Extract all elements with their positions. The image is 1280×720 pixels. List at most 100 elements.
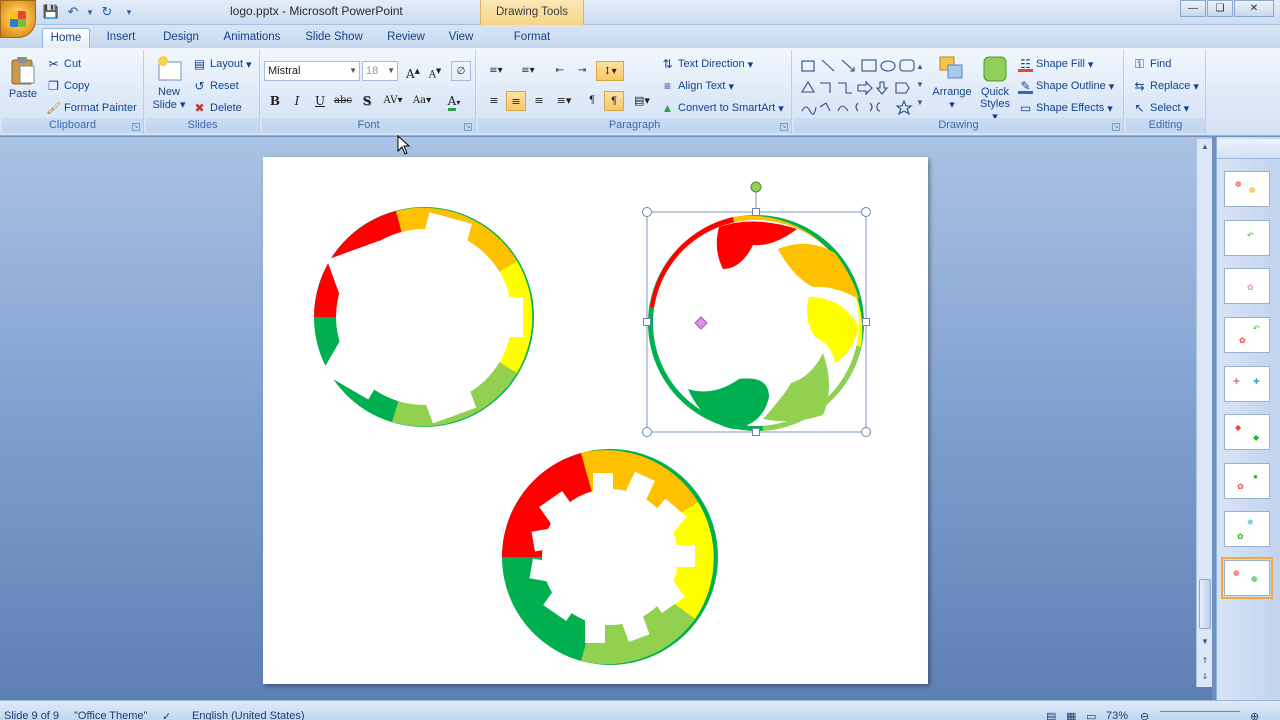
scroll-up-icon[interactable]: ▲ <box>1199 141 1211 153</box>
character-spacing-button[interactable]: AV▾ <box>380 91 406 111</box>
drawing-launcher-icon[interactable]: ↘ <box>1112 123 1120 131</box>
slide-show-icon[interactable]: ▭ <box>1086 710 1096 720</box>
select-button[interactable]: ↖ Select ▾ <box>1132 98 1189 118</box>
slide-canvas[interactable] <box>263 157 928 684</box>
customize-icon[interactable]: ▾ <box>120 4 138 20</box>
redo-icon[interactable]: ↻ <box>98 4 116 20</box>
smartart-icon: ▲ <box>661 100 674 115</box>
undo-icon[interactable]: ↶ <box>64 4 82 20</box>
replace-button[interactable]: ⇆ Replace ▾ <box>1132 76 1198 96</box>
align-center-button[interactable]: ≡ <box>506 91 526 111</box>
slide-thumbnail-8[interactable]: ❄ ✿ <box>1224 511 1270 547</box>
tab-slide-show[interactable]: Slide Show <box>298 28 370 48</box>
font-color-button[interactable]: A▾ <box>440 91 468 111</box>
slide-thumbnail-9[interactable]: ❁ ❁ <box>1221 557 1273 599</box>
scroll-down-icon[interactable]: ▼ <box>1199 636 1211 648</box>
slide-thumbnail-4[interactable]: ↶ ✿ <box>1224 317 1270 353</box>
italic-button[interactable]: I <box>287 91 307 111</box>
clear-formatting-button[interactable]: ∅ <box>451 61 471 81</box>
text-direction-button[interactable]: ⇅ Text Direction ▾ <box>660 54 753 74</box>
cut-button[interactable]: ✂ Cut <box>46 54 81 74</box>
line-spacing-button[interactable]: ↕▾ <box>596 61 624 81</box>
gear-logo-1[interactable] <box>314 207 534 427</box>
tab-animations[interactable]: Animations <box>218 28 286 48</box>
shape-effects-button[interactable]: ▭ Shape Effects ▾ <box>1018 98 1113 118</box>
font-size-combo[interactable]: 18 ▼ <box>362 61 398 81</box>
shape-fill-button[interactable]: ☷ Shape Fill ▾ <box>1018 54 1093 74</box>
delete-button[interactable]: ✖ Delete <box>192 98 241 118</box>
scroll-thumb[interactable] <box>1199 579 1211 629</box>
change-case-button[interactable]: Aa▾ <box>409 91 435 111</box>
theme-name: "Office Theme" <box>74 710 148 720</box>
numbering-button[interactable]: ≡▾ <box>514 61 542 81</box>
restore-button[interactable]: ❑ <box>1207 0 1233 17</box>
zoom-slider[interactable] <box>1160 711 1240 712</box>
slide-thumbnail-5[interactable]: ✚ ✚ <box>1224 366 1270 402</box>
shadow-button[interactable]: S <box>357 91 377 111</box>
gear-logo-2[interactable] <box>642 181 871 437</box>
minimize-button[interactable]: — <box>1180 0 1206 17</box>
align-text-button[interactable]: ≡ Align Text ▾ <box>660 76 734 96</box>
slide-sorter-icon[interactable]: ▦ <box>1066 710 1076 720</box>
save-icon[interactable]: 💾 <box>42 4 60 20</box>
arrange-button[interactable]: Arrange ▾ <box>930 54 974 111</box>
bold-button[interactable]: B <box>265 91 285 111</box>
gear-logo-3[interactable] <box>502 449 718 665</box>
grow-font-button[interactable]: A▲ <box>403 61 423 81</box>
normal-view-icon[interactable]: ▤ <box>1046 710 1056 720</box>
dropdown-icon[interactable]: ▼ <box>86 4 94 20</box>
align-left-button[interactable]: ≡ <box>484 91 504 111</box>
previous-slide-icon[interactable]: ⇑ <box>1199 655 1211 667</box>
gallery-scroll[interactable]: ▲ ▼ ▼ <box>916 58 926 114</box>
slides-tab[interactable] <box>1217 139 1280 159</box>
paste-button[interactable]: Paste <box>4 56 42 100</box>
ltr-button[interactable]: ¶ <box>582 91 602 111</box>
zoom-in-icon[interactable]: ⊕ <box>1250 710 1259 720</box>
slide-thumbnail-2[interactable]: ↶ <box>1224 220 1270 256</box>
copy-icon: ❐ <box>48 78 59 93</box>
reset-button[interactable]: ↺ Reset <box>192 76 238 96</box>
shape-outline-button[interactable]: ✎ Shape Outline ▾ <box>1018 76 1114 96</box>
format-painter-button[interactable]: 🖌 Format Painter <box>46 98 137 118</box>
tab-insert[interactable]: Insert <box>100 28 142 48</box>
copy-button[interactable]: ❐ Copy <box>46 76 90 96</box>
find-button[interactable]: ⚿ Find <box>1132 54 1171 74</box>
slide-thumbnail-3[interactable]: ✿ <box>1224 268 1270 304</box>
new-slide-button[interactable]: New Slide ▾ <box>148 54 190 111</box>
columns-button[interactable]: ▤▾ <box>628 91 656 111</box>
next-slide-icon[interactable]: ⇓ <box>1199 671 1211 683</box>
tab-format[interactable]: Format <box>505 28 559 48</box>
font-label: Font <box>262 118 475 133</box>
paragraph-launcher-icon[interactable]: ↘ <box>780 123 788 131</box>
zoom-level[interactable]: 73% <box>1106 710 1128 720</box>
quick-styles-button[interactable]: Quick Styles ▾ <box>976 54 1014 123</box>
office-button[interactable] <box>0 0 36 38</box>
layout-button[interactable]: ▤ Layout ▾ <box>192 54 252 74</box>
tab-review[interactable]: Review <box>382 28 430 48</box>
increase-indent-button[interactable]: ⇥ <box>572 61 592 81</box>
close-button[interactable]: ✕ <box>1234 0 1274 17</box>
slide-thumbnail-1[interactable]: ❁ ❁ <box>1224 171 1270 207</box>
font-name-combo[interactable]: Mistral ▼ <box>264 61 360 81</box>
underline-button[interactable]: U <box>310 91 330 111</box>
spell-check-icon[interactable]: ✓ <box>162 710 171 720</box>
bullets-button[interactable]: ≡▾ <box>482 61 510 81</box>
slide-thumbnail-6[interactable]: ◆ ◆ <box>1224 414 1270 450</box>
align-right-button[interactable]: ≡ <box>529 91 549 111</box>
strikethrough-button[interactable]: abc <box>333 91 353 111</box>
rtl-button[interactable]: ¶ <box>604 91 624 111</box>
justify-button[interactable]: ≡▾ <box>552 91 576 111</box>
tab-view[interactable]: View <box>440 28 482 48</box>
convert-smartart-button[interactable]: ▲ Convert to SmartArt ▾ <box>660 98 784 118</box>
clipboard-launcher-icon[interactable]: ↘ <box>132 123 140 131</box>
shapes-gallery[interactable] <box>798 55 920 117</box>
tab-home[interactable]: Home <box>42 28 90 48</box>
decrease-indent-button[interactable]: ⇤ <box>550 61 570 81</box>
zoom-out-icon[interactable]: ⊖ <box>1140 710 1149 720</box>
font-launcher-icon[interactable]: ↘ <box>464 123 472 131</box>
vertical-scrollbar[interactable]: ▲ ▼ ⇑ ⇓ <box>1196 139 1212 687</box>
slide-thumbnail-7[interactable]: ● ✿ <box>1224 463 1270 499</box>
tab-design[interactable]: Design <box>155 28 207 48</box>
shrink-font-button[interactable]: A▼ <box>425 61 445 81</box>
layout-icon: ▤ <box>193 56 206 71</box>
